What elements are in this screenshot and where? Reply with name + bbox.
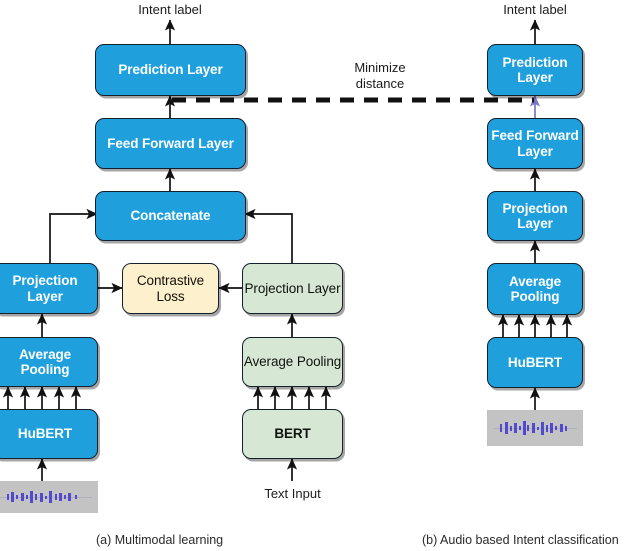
panel-a-bert-label: BERT xyxy=(274,426,311,442)
panel-a-audio-waveform xyxy=(0,481,98,513)
panel-a-feed-forward-layer[interactable]: Feed Forward Layer xyxy=(95,118,246,169)
panel-a-text-average-pooling-label: Average Pooling xyxy=(243,354,342,370)
panel-a-hubert[interactable]: HuBERT xyxy=(0,409,98,459)
panel-a-feed-forward-layer-label: Feed Forward Layer xyxy=(107,135,234,151)
panel-a-text-input-label: Text Input xyxy=(264,486,321,501)
panel-b-prediction-layer[interactable]: Prediction Layer xyxy=(487,44,583,96)
panel-a-audio-projection-layer-label: Projection Layer xyxy=(12,273,78,304)
panel-b-hubert-label: HuBERT xyxy=(507,354,563,370)
panel-a-prediction-layer[interactable]: Prediction Layer xyxy=(95,44,246,96)
panel-a-text-projection-layer-label: Projection Layer xyxy=(244,280,341,296)
panel-a-text-projection-layer[interactable]: Projection Layer xyxy=(242,263,343,314)
figure-canvas: Intent label Prediction Layer Feed Forwa… xyxy=(0,0,640,551)
minimize-distance-label: Minimize distance xyxy=(354,60,406,91)
panel-a-concatenate[interactable]: Concatenate xyxy=(95,191,246,241)
panel-b-caption: (b) Audio based Intent classification xyxy=(422,533,619,547)
panel-a-hubert-label: HuBERT xyxy=(17,426,73,442)
panel-b-feed-forward-layer-label: Feed Forward Layer xyxy=(491,128,579,159)
panel-b-projection-layer-label: Projection Layer xyxy=(502,200,568,231)
panel-b-average-pooling[interactable]: Average Pooling xyxy=(487,263,583,315)
panel-b-feed-forward-layer[interactable]: Feed Forward Layer xyxy=(487,118,583,169)
panel-b-output-label: Intent label xyxy=(503,2,567,17)
panel-a-caption: (a) Multimodal learning xyxy=(96,533,224,547)
panel-a-audio-average-pooling[interactable]: Average Pooling xyxy=(0,337,98,387)
panel-b-hubert[interactable]: HuBERT xyxy=(487,337,583,388)
panel-b-prediction-layer-label: Prediction Layer xyxy=(502,54,568,85)
panel-a-text-average-pooling[interactable]: Average Pooling xyxy=(242,337,343,387)
panel-a-contrastive-loss-label: Contrastive Loss xyxy=(136,273,205,304)
panel-a-audio-projection-layer[interactable]: Projection Layer xyxy=(0,263,98,314)
panel-b-average-pooling-label: Average Pooling xyxy=(508,273,562,304)
panel-a-bert[interactable]: BERT xyxy=(242,409,343,459)
panel-a-concatenate-label: Concatenate xyxy=(130,208,211,224)
panel-a-prediction-layer-label: Prediction Layer xyxy=(118,62,223,78)
panel-a-contrastive-loss[interactable]: Contrastive Loss xyxy=(122,263,219,314)
panel-b-projection-layer[interactable]: Projection Layer xyxy=(487,191,583,241)
panel-b-audio-waveform xyxy=(487,410,583,446)
panel-a-audio-average-pooling-label: Average Pooling xyxy=(18,346,72,377)
panel-a-output-label: Intent label xyxy=(138,2,202,17)
